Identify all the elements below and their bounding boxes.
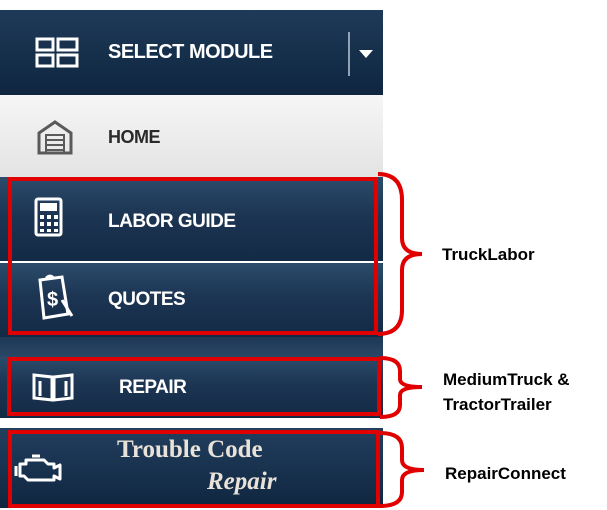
grid-icon	[35, 37, 79, 68]
select-module-label: SELECT MODULE	[108, 41, 273, 63]
select-module-button[interactable]: SELECT MODULE	[0, 10, 383, 95]
highlight-box-trouble-code	[8, 430, 380, 508]
header-divider	[348, 32, 350, 76]
annotation-repairconnect: RepairConnect	[445, 464, 566, 483]
annotation-mediumtruck-line1: MediumTruck &	[443, 370, 570, 389]
brace-trucklabor	[377, 172, 423, 336]
sidebar-item-home[interactable]: HOME	[0, 95, 383, 177]
brace-repairconnect	[379, 431, 425, 508]
annotation-trucklabor: TruckLabor	[442, 245, 535, 264]
garage-icon	[37, 120, 73, 155]
group-separator	[0, 337, 383, 357]
annotation-mediumtruck-line2: TractorTrailer	[443, 395, 552, 414]
highlight-box-repair	[7, 357, 381, 416]
caret-down-icon[interactable]	[359, 48, 375, 60]
brace-mediumtruck	[379, 356, 423, 419]
highlight-box-trucklabor	[8, 177, 378, 335]
sidebar-item-home-label: HOME	[108, 127, 161, 147]
